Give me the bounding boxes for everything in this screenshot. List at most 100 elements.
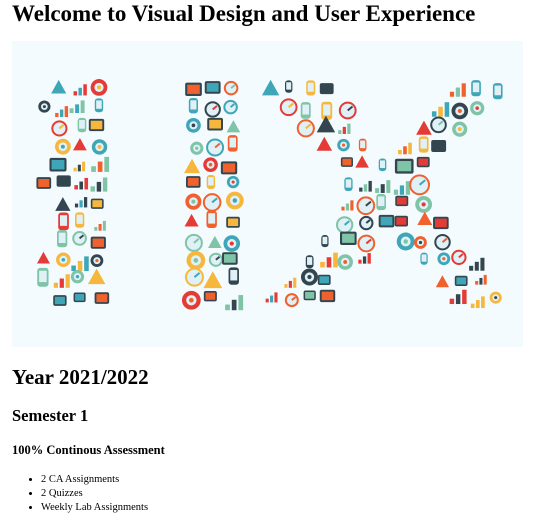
icon-device: [307, 82, 314, 92]
icon-triangle: [226, 120, 241, 133]
icon-circle: [231, 180, 235, 184]
icon-bars: [79, 181, 84, 190]
icon-bars: [74, 203, 79, 208]
icon-bars: [91, 166, 96, 172]
icon-screen: [321, 84, 332, 93]
icon-bars: [59, 109, 64, 118]
icon-triangle: [355, 155, 369, 168]
icon-device: [208, 177, 214, 186]
icon-triangle: [51, 79, 67, 94]
icon-circle: [42, 105, 46, 109]
icon-bars: [338, 130, 342, 134]
icon-bars: [461, 83, 466, 97]
icon-bars: [77, 164, 81, 172]
icon-bars: [82, 161, 86, 172]
icon-bars: [69, 108, 74, 114]
icon-triangle: [416, 120, 432, 135]
icon-screen: [54, 296, 65, 305]
icon-circle: [96, 85, 102, 90]
icon-bars: [53, 282, 58, 288]
icon-triangle: [208, 235, 222, 249]
assessment-list: 2 CA Assignments 2 Quizzes Weekly Lab As…: [0, 473, 148, 515]
icon-screen: [205, 292, 216, 300]
icon-screen: [90, 120, 103, 130]
icon-bars: [358, 259, 362, 264]
icon-screen: [96, 294, 108, 303]
icon-circle: [418, 240, 423, 245]
icon-device: [322, 236, 328, 245]
icon-bars: [363, 184, 368, 192]
icon-screen: [396, 217, 407, 225]
icon-bars: [80, 100, 85, 114]
icon-device: [323, 104, 331, 116]
icon-device: [208, 213, 216, 224]
icon-gauge: [208, 252, 223, 267]
icon-circle: [421, 202, 426, 207]
icon-bars: [64, 106, 69, 118]
icon-screen: [342, 158, 352, 166]
icon-circle: [343, 260, 348, 264]
icon-bars: [449, 298, 455, 305]
list-item: Weekly Lab Assignments: [41, 501, 148, 515]
icon-circle: [403, 239, 408, 244]
icon-circle: [475, 106, 479, 110]
icon-device: [230, 270, 238, 281]
icon-bars: [345, 203, 350, 211]
icon-bars: [102, 220, 106, 231]
icon-bars: [455, 87, 460, 97]
icon-bars: [83, 197, 88, 208]
icon-bars: [438, 106, 443, 117]
icon-screen: [38, 178, 50, 188]
icon-screen: [187, 177, 199, 186]
icon-device: [79, 120, 85, 129]
icon-gauge: [223, 80, 239, 96]
icon-screen: [319, 276, 330, 284]
icon-circle: [229, 241, 234, 246]
icon-screen: [396, 197, 407, 205]
page: Welcome to Visual Design and User Experi…: [0, 0, 535, 525]
list-item: 2 CA Assignments: [41, 473, 148, 487]
icon-bars: [480, 257, 485, 271]
icon-gauge: [451, 249, 467, 266]
list-item: 2 Quizzes: [41, 487, 148, 501]
icon-device: [59, 215, 68, 226]
icon-screen: [305, 292, 315, 299]
icon-bars: [71, 265, 76, 272]
icon-bars: [73, 91, 78, 96]
icon-screen: [321, 291, 334, 301]
icon-screen: [209, 119, 222, 129]
icon-bars: [350, 200, 354, 211]
icon-triangle: [184, 213, 199, 227]
icon-bars: [90, 186, 95, 192]
icon-circle: [75, 274, 80, 279]
icon-bars: [367, 253, 371, 264]
icon-bars: [362, 256, 367, 264]
icon-device: [472, 82, 480, 93]
icon-bars: [326, 257, 332, 268]
icon-bars: [94, 227, 98, 231]
icon-bars: [274, 292, 278, 303]
icon-bars: [96, 181, 102, 192]
icon-device: [190, 100, 197, 110]
icon-bars: [341, 206, 345, 211]
icon-circle: [61, 257, 66, 262]
icon-device: [229, 137, 236, 148]
icon-screen: [58, 177, 70, 185]
icon-triangle: [316, 136, 333, 151]
icon-bars: [483, 274, 487, 285]
icon-screen: [380, 216, 393, 226]
icon-bars: [347, 123, 351, 134]
icon-circle: [195, 146, 199, 150]
icon-device: [96, 100, 102, 109]
icon-circle: [494, 296, 498, 300]
icon-gauge: [430, 116, 447, 134]
icon-device: [360, 140, 366, 149]
icon-bars: [398, 149, 402, 155]
icon-device: [494, 85, 501, 96]
icon-device: [307, 257, 313, 265]
icon-device: [39, 270, 47, 283]
icon-triangle: [261, 79, 280, 96]
icon-bars: [320, 261, 325, 268]
icon-bars: [368, 180, 372, 192]
icon-screen: [51, 160, 65, 170]
